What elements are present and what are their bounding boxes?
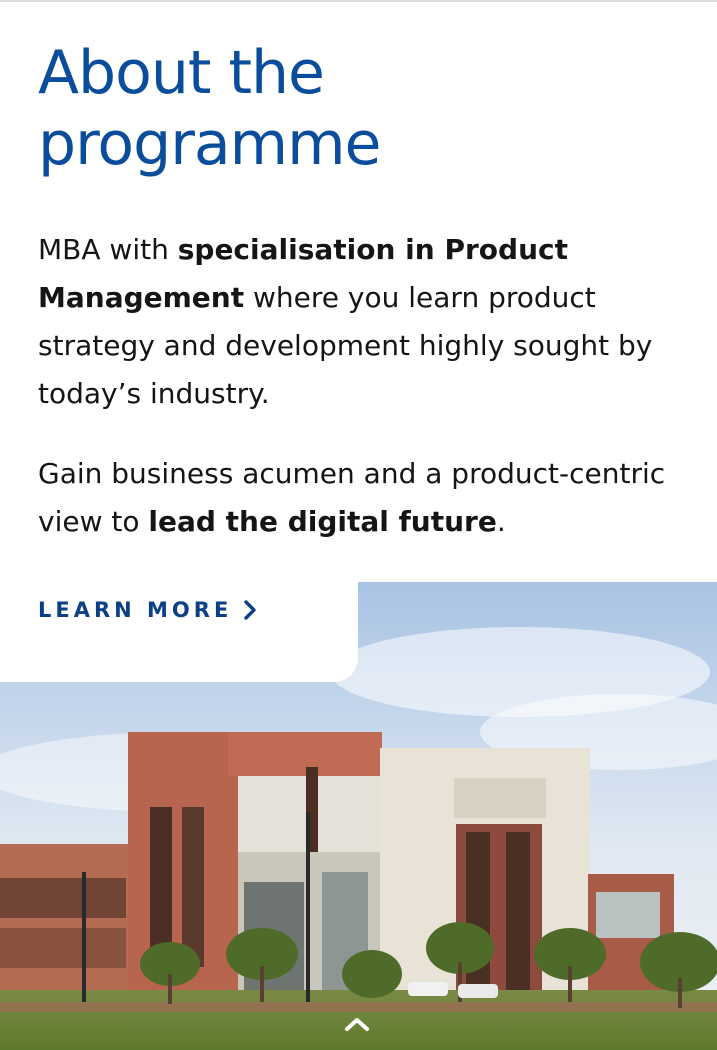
chevron-right-icon [242, 599, 258, 621]
value-text-b: . [496, 505, 506, 538]
scroll-to-top-button[interactable] [334, 1007, 380, 1045]
chevron-up-icon [343, 1015, 371, 1037]
learn-more-label: LEARN MORE [38, 598, 233, 622]
intro-paragraph: MBA with specialisation in Product Manag… [38, 226, 678, 418]
section-heading: About the programme [38, 38, 638, 180]
heading-line-2: programme [38, 109, 381, 179]
heading-line-1: About the [38, 38, 325, 108]
value-highlight: lead the digital future [148, 505, 497, 538]
intro-text-a: MBA with [38, 233, 178, 266]
learn-more-link[interactable]: LEARN MORE [38, 598, 258, 622]
value-paragraph: Gain business acumen and a product-centr… [38, 450, 678, 546]
top-divider [0, 0, 717, 2]
